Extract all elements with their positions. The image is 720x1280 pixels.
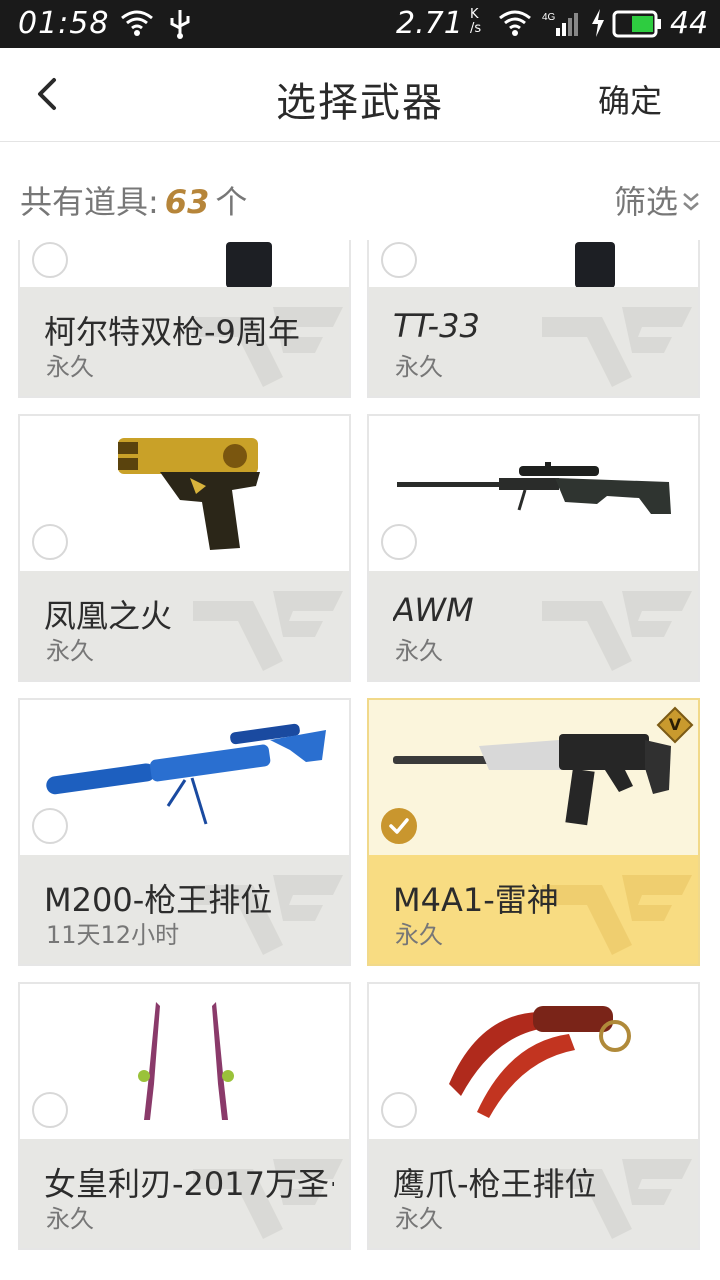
battery-icon <box>612 10 662 38</box>
twin-daggers-icon <box>20 984 349 1139</box>
confirm-button[interactable]: 确定 <box>598 76 662 122</box>
status-bar: 01:58 2.71 K /s 4G 44 <box>0 0 720 48</box>
select-radio[interactable] <box>32 1092 68 1128</box>
filter-bar: 共有道具: 63 个 筛选 <box>0 143 720 239</box>
item-count: 共有道具: 63 个 <box>20 177 247 223</box>
card-info: TT-33 永久 <box>369 287 698 396</box>
weapon-card[interactable]: 柯尔特双枪-9周年 永久 <box>18 240 351 398</box>
karambit-icon <box>369 984 698 1139</box>
status-time: 01:58 <box>18 6 110 41</box>
pistol-icon <box>369 240 698 287</box>
network-speed-unit: K /s <box>470 8 481 36</box>
title-bar: 选择武器 确定 <box>0 48 720 142</box>
usb-icon <box>168 8 192 40</box>
network-speed: 2.71 <box>396 6 463 41</box>
weapon-name: TT-33 <box>393 307 480 345</box>
select-radio[interactable] <box>32 808 68 844</box>
filter-label: 筛选 <box>613 183 678 221</box>
gold-pistol-icon <box>20 416 349 571</box>
weapon-grid: 柯尔特双枪-9周年 永久 TT-33 永久 凤凰之火 永久 AWM 永久 M20… <box>0 240 720 1280</box>
card-info: 鹰爪-枪王排位 永久 <box>369 1139 698 1248</box>
card-info: 凤凰之火 永久 <box>20 571 349 680</box>
weapon-card[interactable]: 凤凰之火 永久 <box>18 414 351 682</box>
weapon-duration: 永久 <box>395 353 443 381</box>
weapon-duration: 永久 <box>46 353 94 381</box>
weapon-duration: 11天12小时 <box>46 921 180 949</box>
battery-level: 44 <box>670 6 709 41</box>
blue-sniper-rifle-icon <box>20 700 349 855</box>
network-type: 4G <box>542 12 556 23</box>
weapon-duration: 永久 <box>395 921 443 949</box>
weapon-card[interactable]: TT-33 永久 <box>367 240 700 398</box>
weapon-card-selected[interactable]: V M4A1-雷神 永久 <box>367 698 700 966</box>
card-info: M200-枪王排位 11天12小时 <box>20 855 349 964</box>
weapon-duration: 永久 <box>395 637 443 665</box>
item-count-value: 63 <box>164 183 210 221</box>
weapon-duration: 永久 <box>46 637 94 665</box>
select-radio[interactable] <box>381 524 417 560</box>
select-radio[interactable] <box>381 1092 417 1128</box>
select-radio[interactable] <box>32 524 68 560</box>
weapon-card[interactable]: AWM 永久 <box>367 414 700 682</box>
vip-badge-label: V <box>668 715 682 734</box>
weapon-name: AWM <box>393 591 474 629</box>
weapon-duration: 永久 <box>395 1205 443 1233</box>
speed-unit-top: K <box>470 7 479 22</box>
card-info: 女皇利刃-2017万圣·· 永久 <box>20 1139 349 1248</box>
wifi-icon <box>498 8 532 38</box>
pistol-icon <box>20 240 349 287</box>
charging-icon <box>590 8 606 38</box>
weapon-card[interactable]: 女皇利刃-2017万圣·· 永久 <box>18 982 351 1250</box>
card-info: M4A1-雷神 永久 <box>369 855 698 964</box>
item-count-suffix: 个 <box>215 183 248 221</box>
weapon-duration: 永久 <box>46 1205 94 1233</box>
weapon-card[interactable]: 鹰爪-枪王排位 永久 <box>367 982 700 1250</box>
speed-unit-bottom: /s <box>470 21 482 36</box>
weapon-card[interactable]: M200-枪王排位 11天12小时 <box>18 698 351 966</box>
chevron-down-icon <box>682 191 700 218</box>
card-info: 柯尔特双枪-9周年 永久 <box>20 287 349 396</box>
select-radio-checked[interactable] <box>381 808 417 844</box>
select-radio[interactable] <box>381 242 417 278</box>
signal-icon: 4G <box>542 10 582 38</box>
checkmark-icon <box>389 818 409 834</box>
sniper-rifle-icon <box>369 416 698 571</box>
wifi-icon <box>120 8 154 38</box>
select-radio[interactable] <box>32 242 68 278</box>
assault-rifle-icon <box>369 700 698 855</box>
card-info: AWM 永久 <box>369 571 698 680</box>
filter-button[interactable]: 筛选 <box>614 177 700 223</box>
item-count-prefix: 共有道具: <box>20 183 159 221</box>
